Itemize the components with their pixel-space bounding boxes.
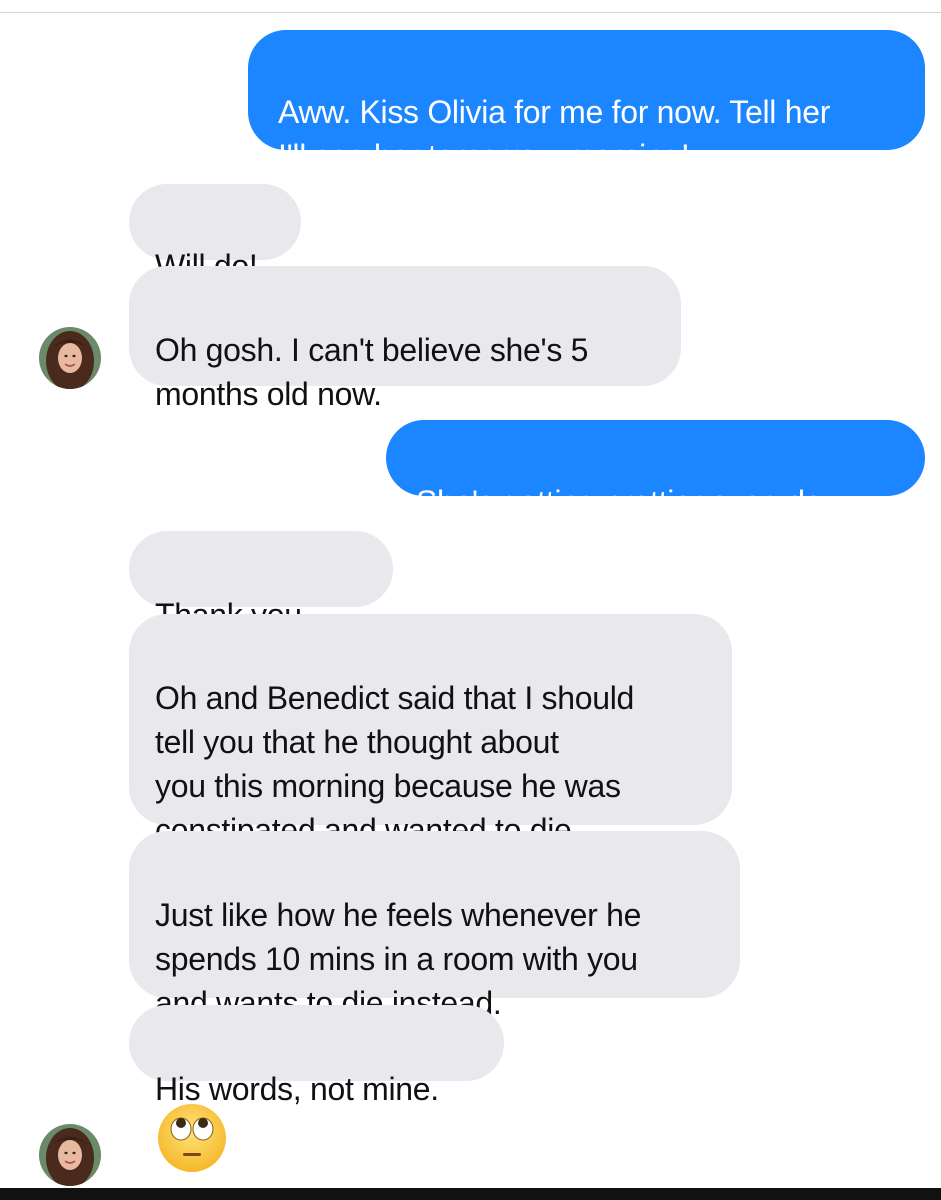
message-text: Just like how he feels whenever he spend…: [155, 897, 642, 1021]
sent-message-bubble[interactable]: Aww. Kiss Olivia for me for now. Tell he…: [248, 30, 925, 174]
message-text: Oh and Benedict said that I should tell …: [155, 680, 635, 848]
message-text: She's getting prettier everyday.: [416, 484, 845, 520]
contact-avatar[interactable]: [39, 327, 101, 389]
face-with-rolling-eyes-icon[interactable]: [156, 1102, 228, 1174]
received-message-bubble[interactable]: Will do!: [129, 184, 301, 284]
sent-message-bubble[interactable]: She's getting prettier everyday.: [386, 420, 925, 520]
message-text: Aww. Kiss Olivia for me for now. Tell he…: [278, 94, 831, 174]
top-divider: [0, 0, 941, 13]
contact-avatar[interactable]: [39, 1124, 101, 1186]
message-text: Oh gosh. I can't believe she's 5 months …: [155, 332, 589, 412]
received-message-bubble[interactable]: Just like how he feels whenever he spend…: [129, 831, 740, 1021]
received-message-bubble[interactable]: Oh gosh. I can't believe she's 5 months …: [129, 266, 681, 412]
bottom-edge-bar: [0, 1188, 941, 1200]
avatar-photo-icon: [39, 327, 101, 389]
received-message-bubble[interactable]: Oh and Benedict said that I should tell …: [129, 614, 732, 848]
received-message-bubble[interactable]: His words, not mine.: [129, 1005, 504, 1107]
avatar-photo-icon: [39, 1124, 101, 1186]
received-message-bubble[interactable]: Thank you ❤️: [129, 531, 393, 677]
